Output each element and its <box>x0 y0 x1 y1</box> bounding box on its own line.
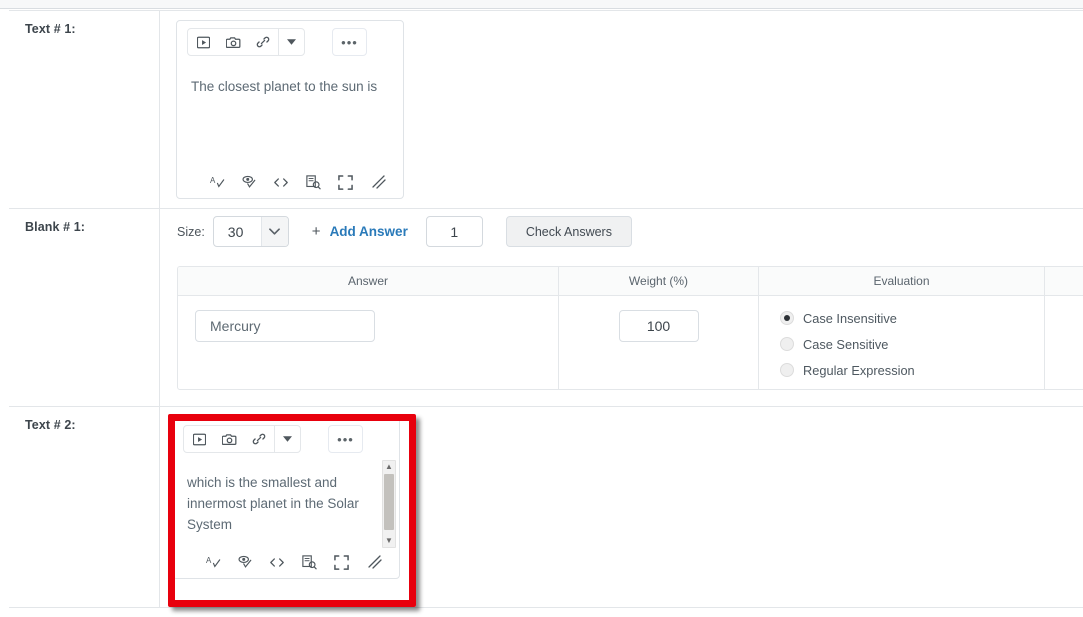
actions-cell <box>1045 296 1083 389</box>
row-label-text-2: Text # 2: <box>25 418 76 432</box>
more-options-label: ••• <box>341 34 358 50</box>
scrollbar-thumb[interactable] <box>384 474 394 530</box>
editor-toolbar-1: ••• <box>177 21 403 64</box>
chevron-down-icon <box>260 217 288 246</box>
table-bottom-border <box>9 607 1083 608</box>
blank-controls-toolbar: Size: 30 + Add Answer 1 Check Answers <box>177 216 632 247</box>
editor-content-area-1[interactable]: The closest planet to the sun is <box>177 64 403 168</box>
weight-cell: 100 <box>559 296 759 389</box>
question-row-text-1: Text # 1: ••• The closest planet to the … <box>9 10 1083 208</box>
row-label-cell-text-2: Text # 2: <box>9 407 160 608</box>
add-answer-link[interactable]: Add Answer <box>330 224 408 239</box>
question-row-blank-1: Blank # 1: Size: 30 + Add Answer 1 Check… <box>9 208 1083 406</box>
radio-label-case-sensitive: Case Sensitive <box>803 336 889 352</box>
radio-option-case-insensitive[interactable]: Case Insensitive <box>780 308 1044 328</box>
editor-toolbar-2: ••• <box>173 418 399 461</box>
weight-input-value: 100 <box>646 318 671 334</box>
more-options-icon[interactable]: ••• <box>328 425 363 453</box>
check-answers-button[interactable]: Check Answers <box>505 216 632 247</box>
row-label-text-1: Text # 1: <box>25 22 76 36</box>
evaluation-cell: Case Insensitive Case Sensitive Regular … <box>759 296 1045 389</box>
editor-content-area-2[interactable]: which is the smallest and innermost plan… <box>173 461 399 551</box>
editor-statusbar-1: A <box>177 166 403 198</box>
video-insert-icon[interactable] <box>184 426 214 452</box>
editor-insert-button-group-2 <box>183 425 301 453</box>
accessibility-checker-icon[interactable] <box>241 174 257 190</box>
column-header-weight: Weight (%) <box>559 267 759 295</box>
answer-cell: Mercury <box>178 296 559 389</box>
add-answer-plus-icon[interactable]: + <box>312 223 321 240</box>
answer-count-input[interactable]: 1 <box>425 216 483 247</box>
editor-insert-button-group-1 <box>187 28 305 56</box>
accessibility-checker-icon[interactable] <box>237 554 253 570</box>
fullscreen-icon[interactable] <box>337 174 353 190</box>
rich-content-editor-1[interactable]: ••• The closest planet to the sun is A <box>176 20 404 199</box>
svg-text:A: A <box>206 555 212 564</box>
editor-text-2: which is the smallest and innermost plan… <box>187 475 359 532</box>
editor-text-1: The closest planet to the sun is <box>191 79 378 94</box>
answers-table-header: Answer Weight (%) Evaluation <box>178 267 1083 296</box>
radio-option-regular-expression[interactable]: Regular Expression <box>780 360 1044 380</box>
answer-input-value: Mercury <box>210 318 261 334</box>
row-label-blank-1: Blank # 1: <box>25 220 86 234</box>
svg-text:A: A <box>210 175 216 184</box>
column-header-answer: Answer <box>178 267 559 295</box>
size-label: Size: <box>177 224 205 239</box>
radio-icon-selected <box>780 311 794 325</box>
rich-content-editor-2[interactable]: ••• which is the smallest and innermost … <box>172 417 400 579</box>
row-body-blank-1: Size: 30 + Add Answer 1 Check Answers An… <box>160 209 1083 406</box>
resize-handle-icon[interactable] <box>367 554 383 570</box>
row-body-text-1: ••• The closest planet to the sun is A <box>160 11 1083 208</box>
radio-icon-unselected <box>780 337 794 351</box>
chevron-down-icon[interactable] <box>278 29 304 55</box>
resize-handle-icon[interactable] <box>371 174 387 190</box>
weight-input[interactable]: 100 <box>618 310 699 342</box>
previous-row-edge <box>0 0 1083 9</box>
row-body-text-2: ••• which is the smallest and innermost … <box>160 407 1083 608</box>
radio-label-case-insensitive: Case Insensitive <box>803 310 897 326</box>
radio-icon-unselected <box>780 363 794 377</box>
answer-input[interactable]: Mercury <box>195 310 375 342</box>
link-icon[interactable] <box>248 29 278 55</box>
table-row: Mercury 100 Case Insensitive Case Sensit… <box>178 296 1083 389</box>
camera-image-icon[interactable] <box>214 426 244 452</box>
check-answers-label: Check Answers <box>525 224 612 239</box>
column-header-actions <box>1045 267 1083 295</box>
answers-table: Answer Weight (%) Evaluation Mercury 100 <box>177 266 1083 390</box>
camera-image-icon[interactable] <box>218 29 248 55</box>
chevron-down-icon[interactable] <box>274 426 300 452</box>
scroll-up-icon[interactable]: ▲ <box>385 461 393 473</box>
editor-scrollbar-2[interactable]: ▲ ▼ <box>382 460 396 548</box>
radio-option-case-sensitive[interactable]: Case Sensitive <box>780 334 1044 354</box>
question-row-text-2: Text # 2: ••• which is the smallest and … <box>9 406 1083 608</box>
evaluation-radio-group: Case Insensitive Case Sensitive Regular … <box>759 296 1044 380</box>
fullscreen-icon[interactable] <box>333 554 349 570</box>
video-insert-icon[interactable] <box>188 29 218 55</box>
html-editor-icon[interactable] <box>273 174 289 190</box>
radio-label-regular-expression: Regular Expression <box>803 362 915 378</box>
word-count-icon[interactable] <box>305 174 321 190</box>
html-editor-icon[interactable] <box>269 554 285 570</box>
quiz-question-editor-page: Text # 1: ••• The closest planet to the … <box>0 0 1083 617</box>
word-count-icon[interactable] <box>301 554 317 570</box>
editor-statusbar-2: A <box>173 546 399 578</box>
row-label-cell-text-1: Text # 1: <box>9 11 160 208</box>
spellcheck-icon[interactable]: A <box>209 174 225 190</box>
spellcheck-icon[interactable]: A <box>205 554 221 570</box>
link-icon[interactable] <box>244 426 274 452</box>
more-options-icon[interactable]: ••• <box>332 28 367 56</box>
answer-count-value: 1 <box>450 223 459 240</box>
size-select-value: 30 <box>227 223 244 240</box>
column-header-evaluation: Evaluation <box>759 267 1045 295</box>
size-select[interactable]: 30 <box>212 216 289 247</box>
more-options-label: ••• <box>337 431 354 447</box>
row-label-cell-blank-1: Blank # 1: <box>9 209 160 406</box>
